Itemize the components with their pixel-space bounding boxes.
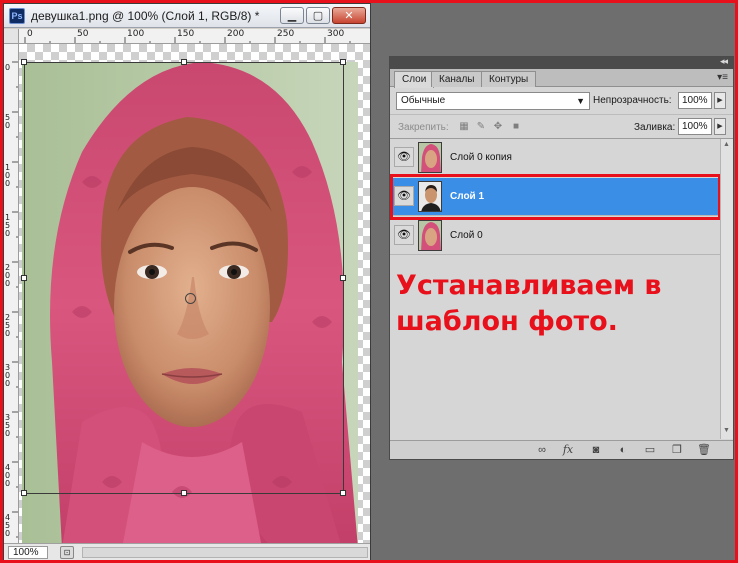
eye-icon[interactable]: 👁 — [394, 225, 414, 245]
blend-mode-value: Обычные — [401, 95, 446, 106]
ruler-label: 400 — [5, 463, 11, 488]
document-titlebar[interactable]: Ps девушка1.png @ 100% (Слой 1, RGB/8) *… — [4, 4, 370, 28]
ruler-label: 250 — [5, 313, 11, 338]
layer-thumbnail — [418, 142, 442, 173]
ruler-label: 350 — [5, 413, 11, 438]
dropdown-arrow-icon: ▼ — [576, 96, 585, 106]
annotation-line-2: шаблон фото. — [396, 306, 618, 337]
thumb-headscarf — [419, 221, 441, 250]
scroll-down-icon[interactable]: ▼ — [723, 427, 730, 434]
horizontal-ruler[interactable]: 0 50 100 150 200 250 300 — [19, 29, 370, 44]
mask-icon[interactable]: ◙ — [588, 443, 604, 457]
lock-label: Закрепить: — [398, 122, 449, 133]
collapse-icon[interactable]: ◂◂ — [720, 56, 728, 67]
ruler-label: 150 — [5, 213, 11, 238]
layer-thumbnail — [418, 181, 442, 212]
fill-label: Заливка: — [634, 122, 676, 133]
horizontal-scrollbar[interactable] — [82, 547, 368, 558]
adjustment-icon[interactable]: ◐ — [615, 443, 631, 457]
tab-layers[interactable]: Слои — [394, 71, 435, 88]
ruler-label: 450 — [5, 513, 11, 538]
panel-header-strip: ◂◂ — [390, 56, 733, 69]
ruler-label: 200 — [227, 29, 245, 39]
fx-icon[interactable]: fx — [560, 443, 576, 457]
ruler-label: 50 — [5, 113, 11, 130]
opacity-dropdown-icon[interactable]: ▶ — [714, 92, 726, 109]
ruler-ticks-top — [24, 37, 351, 43]
layers-panel: ◂◂ Слои Каналы Контуры ▾≡ Обычные ▼ Непр… — [389, 56, 734, 460]
eye-icon[interactable]: 👁 — [394, 186, 414, 206]
ruler-label: 100 — [127, 29, 145, 39]
ruler-label: 250 — [277, 29, 295, 39]
layer-name: Слой 0 — [450, 230, 483, 241]
lock-transparency-icon[interactable]: ▦ — [458, 121, 470, 133]
layer-row-selected[interactable]: 👁 Слой 1 — [390, 178, 720, 216]
maximize-button[interactable]: ▢ — [306, 7, 330, 24]
lock-pixels-icon[interactable]: ✎ — [475, 121, 487, 133]
ruler-label: 300 — [327, 29, 345, 39]
scroll-up-icon[interactable]: ▲ — [723, 141, 730, 148]
minimize-button[interactable]: ▁ — [280, 7, 304, 24]
tab-paths[interactable]: Контуры — [481, 71, 537, 87]
vertical-ruler[interactable]: 0 50 100 150 200 250 300 350 400 450 — [4, 44, 19, 543]
trash-icon[interactable]: 🗑 — [696, 443, 712, 457]
zoom-field[interactable]: 100% — [8, 546, 48, 559]
thumb-headscarf — [419, 143, 441, 172]
layer-row[interactable]: 👁 Слой 0 копия — [390, 139, 720, 177]
ruler-label: 100 — [5, 163, 11, 188]
opacity-label: Непрозрачность: — [593, 95, 672, 106]
ruler-label: 50 — [77, 29, 89, 39]
ruler-label: 0 — [5, 63, 11, 72]
blend-row: Обычные ▼ Непрозрачность: 100% ▶ — [390, 88, 733, 114]
ruler-corner[interactable] — [4, 29, 19, 44]
annotation-text: Устанавливаем в шаблон фото. — [396, 268, 696, 340]
panel-tabs: Слои Каналы Контуры ▾≡ — [390, 69, 733, 88]
eye-icon[interactable]: 👁 — [394, 147, 414, 167]
portrait-photo — [22, 62, 358, 543]
layer-name: Слой 0 копия — [450, 152, 512, 163]
document-title: девушка1.png @ 100% (Слой 1, RGB/8) * — [31, 9, 260, 23]
document-window: Ps девушка1.png @ 100% (Слой 1, RGB/8) *… — [3, 3, 371, 560]
layer-name: Слой 1 — [450, 191, 485, 202]
fill-dropdown-icon[interactable]: ▶ — [714, 118, 726, 135]
group-icon[interactable]: ▭ — [642, 443, 658, 457]
canvas-area[interactable] — [19, 44, 370, 543]
vertical-scrollbar[interactable]: ▲ ▼ — [720, 139, 733, 439]
opacity-input[interactable]: 100% — [678, 92, 712, 109]
close-button[interactable]: ✕ — [332, 7, 366, 24]
new-layer-icon[interactable]: ❐ — [669, 443, 685, 457]
document-info-icon[interactable]: ⊡ — [60, 546, 74, 559]
thumb-man-portrait — [419, 182, 441, 211]
ruler-label: 0 — [27, 29, 33, 39]
ruler-label: 150 — [177, 29, 195, 39]
annotation-line-1: Устанавливаем в — [396, 270, 662, 301]
portrait-drawing — [22, 62, 358, 543]
layer-row[interactable]: 👁 Слой 0 — [390, 217, 720, 255]
panel-menu-icon[interactable]: ▾≡ — [717, 72, 728, 83]
fill-input[interactable]: 100% — [678, 118, 712, 135]
status-bar: 100% ⊡ — [4, 543, 370, 560]
photoshop-logo-icon: Ps — [9, 8, 25, 24]
ruler-label: 300 — [5, 363, 11, 388]
layers-panel-toolbar: ∞ fx ◙ ◐ ▭ ❐ 🗑 — [390, 440, 733, 459]
lock-row: Закрепить: ▦ ✎ ✥ ■ Заливка: 100% ▶ — [390, 114, 733, 139]
lock-position-icon[interactable]: ✥ — [492, 121, 504, 133]
blend-mode-select[interactable]: Обычные ▼ — [396, 92, 590, 110]
lock-all-icon[interactable]: ■ — [510, 121, 522, 133]
tab-channels[interactable]: Каналы — [431, 71, 483, 87]
ruler-label: 200 — [5, 263, 11, 288]
layer-thumbnail — [418, 220, 442, 251]
link-icon[interactable]: ∞ — [534, 443, 550, 457]
